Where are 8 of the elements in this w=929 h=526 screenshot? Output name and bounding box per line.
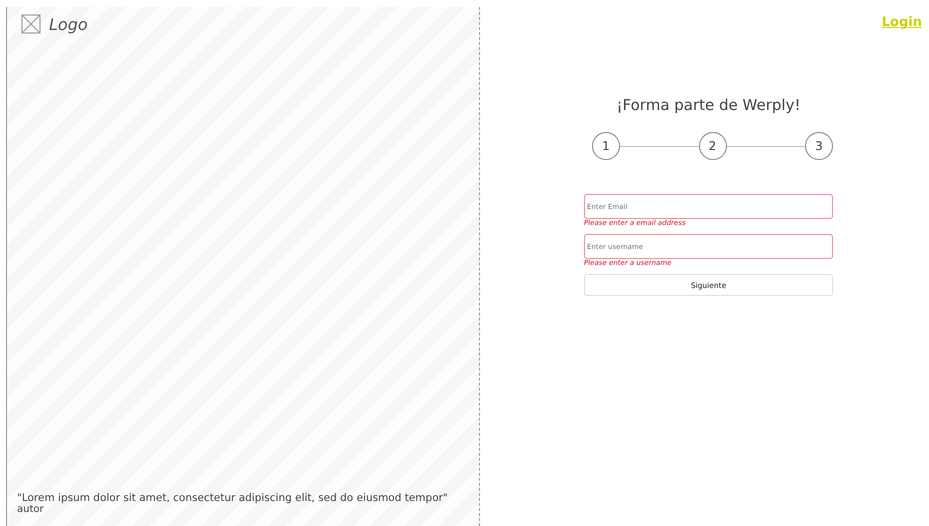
author-text: autor	[17, 504, 45, 515]
step-circle: 1	[592, 132, 620, 160]
form-title: ¡Forma parte de Werply!	[616, 96, 802, 114]
image-icon	[21, 14, 41, 34]
quote-text: "Lorem ipsum dolor sit amet, consectetur adipiscing elit, sed do eiusmod tempor"	[17, 492, 449, 504]
step-circle: 2	[698, 132, 726, 160]
step-circle: 3	[805, 132, 833, 160]
logo-text: Logo	[49, 14, 88, 34]
